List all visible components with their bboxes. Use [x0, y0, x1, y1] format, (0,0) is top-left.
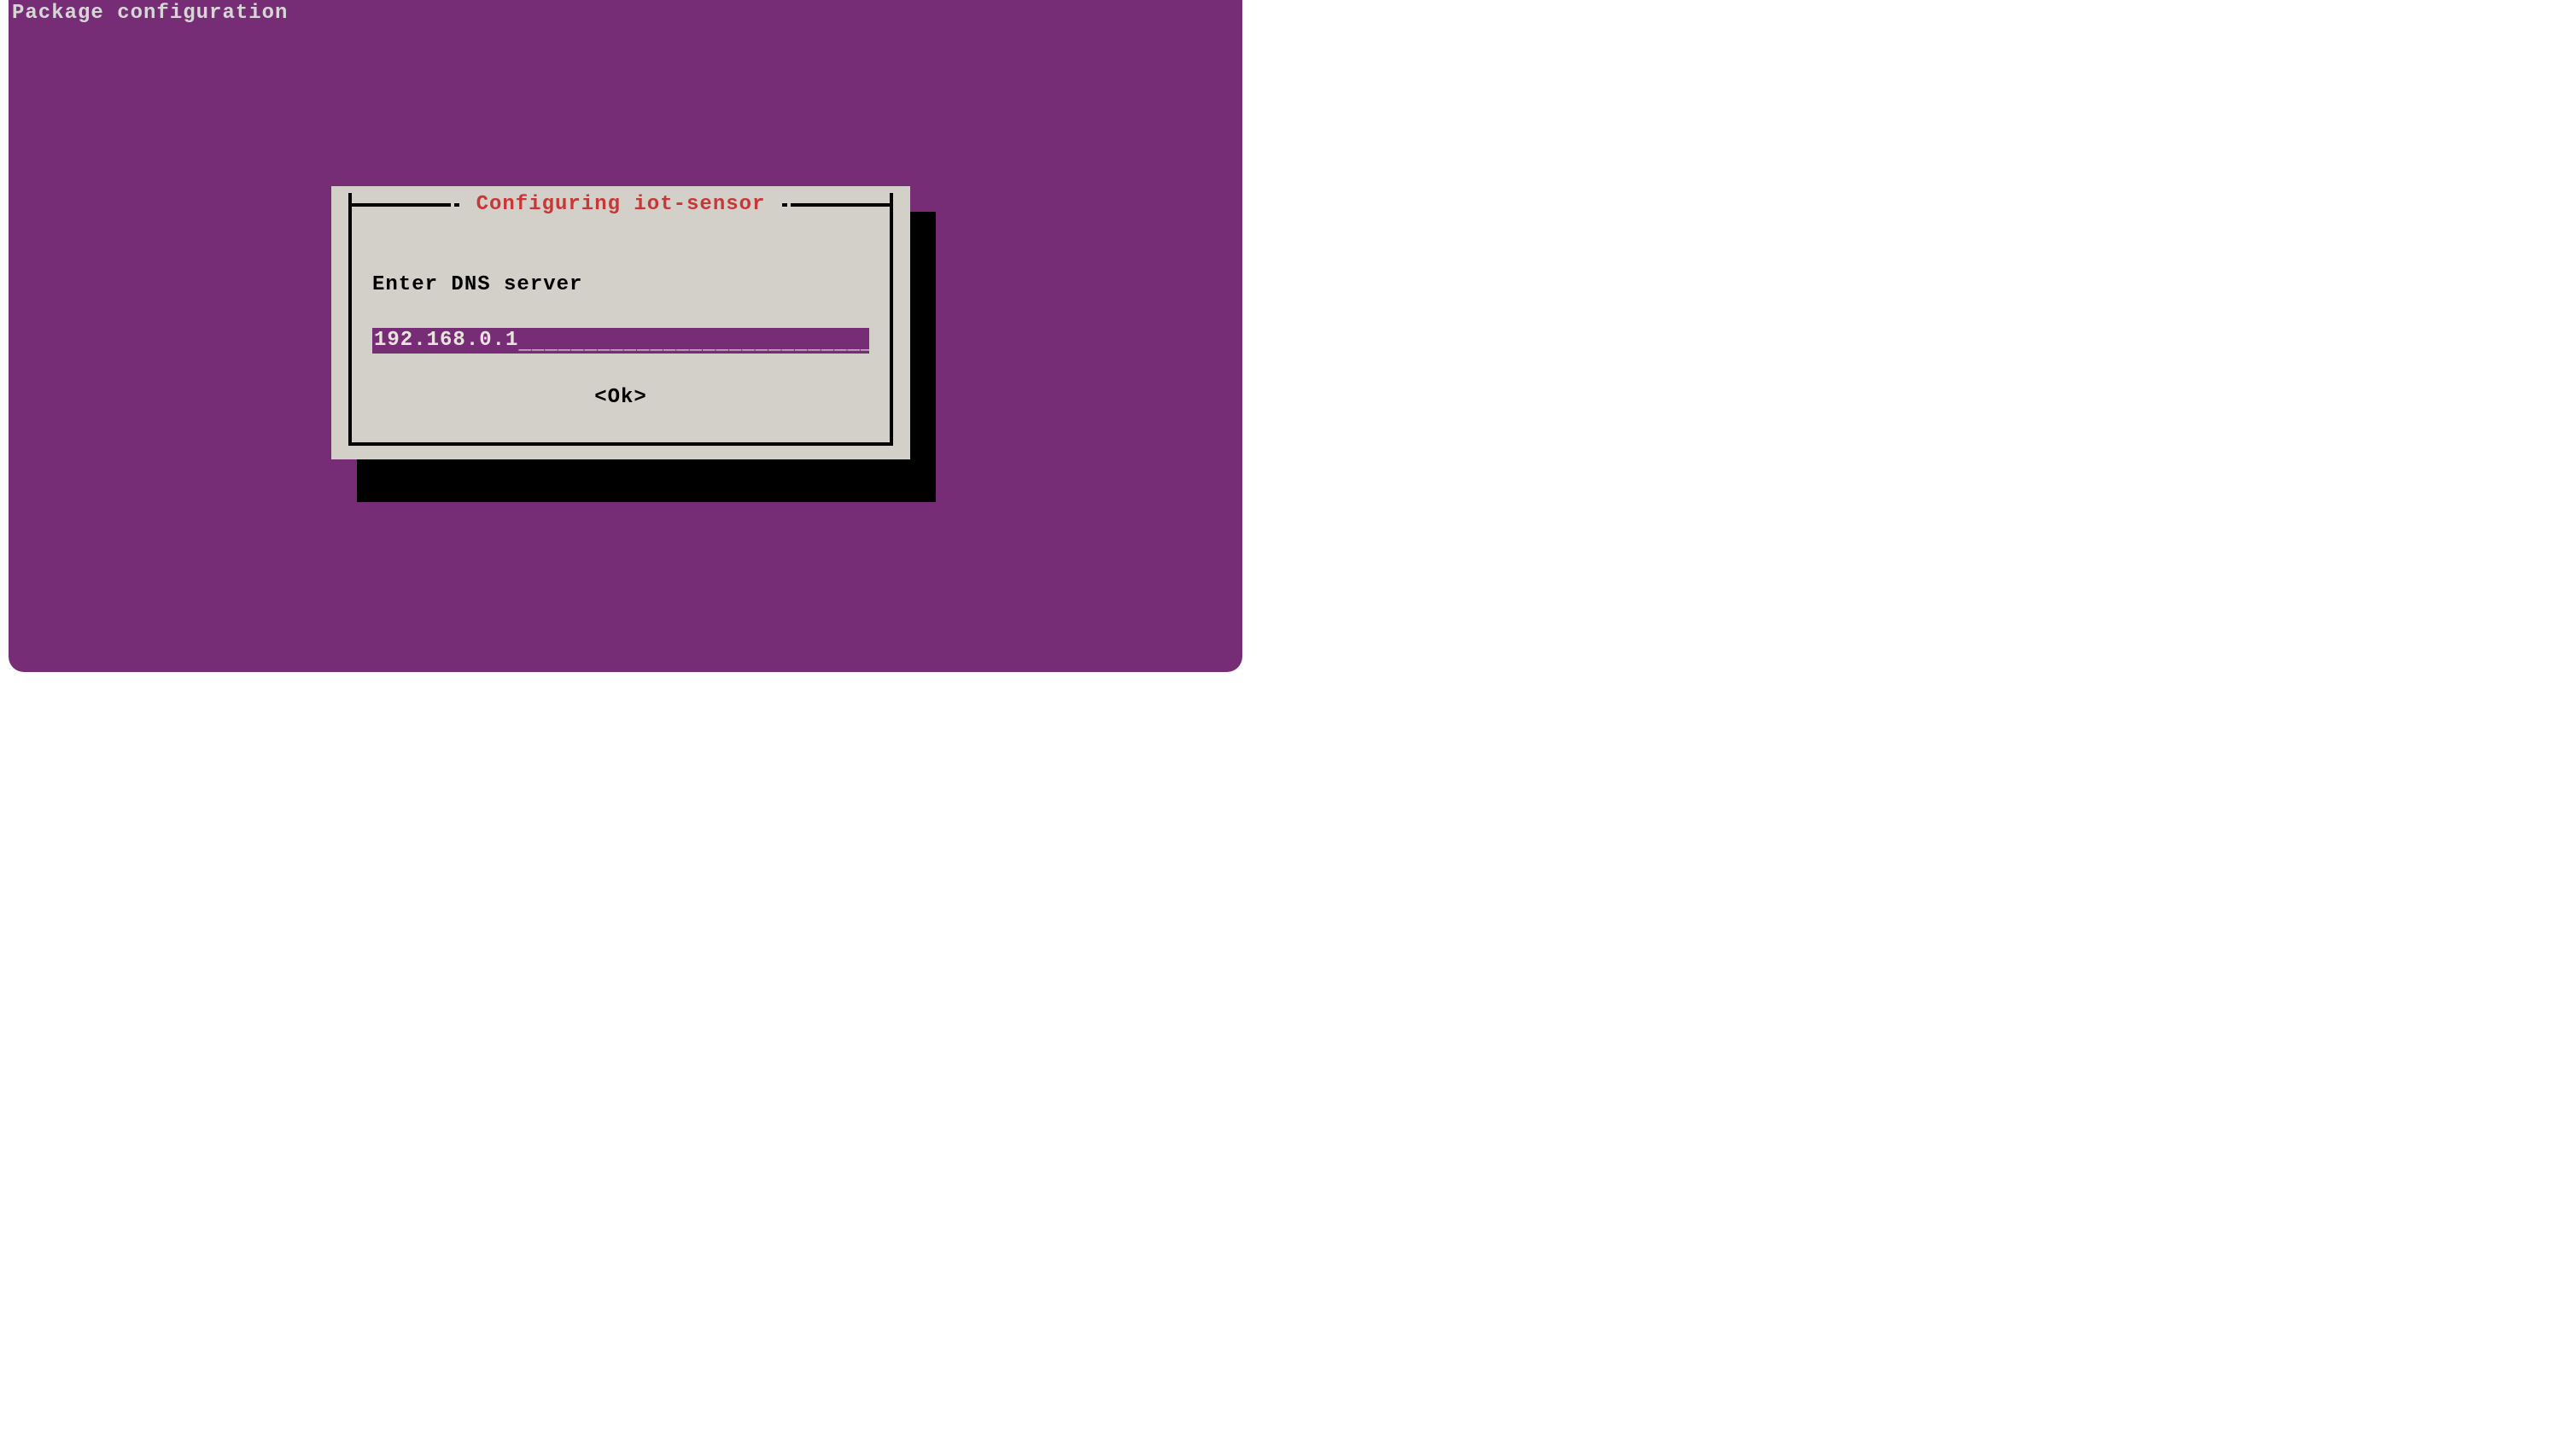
dns-server-value: 192.168.0.1: [372, 330, 518, 351]
prompt-label: Enter DNS server: [372, 275, 582, 295]
terminal-screen: Package configuration Configuring iot-se…: [9, 0, 1242, 672]
dialog-border-top: Configuring iot-sensor: [348, 193, 893, 217]
page-title: Package configuration: [12, 3, 288, 24]
config-dialog: Configuring iot-sensor Enter DNS server …: [331, 186, 910, 459]
dialog-title: Configuring iot-sensor: [463, 195, 780, 215]
ok-button[interactable]: <Ok>: [594, 388, 647, 408]
dialog-body: Enter DNS server 192.168.0.1 <Ok>: [348, 217, 893, 442]
dialog-border-bottom: [348, 442, 893, 446]
input-fill-underline: [518, 328, 869, 354]
dns-server-input[interactable]: 192.168.0.1: [372, 328, 869, 354]
